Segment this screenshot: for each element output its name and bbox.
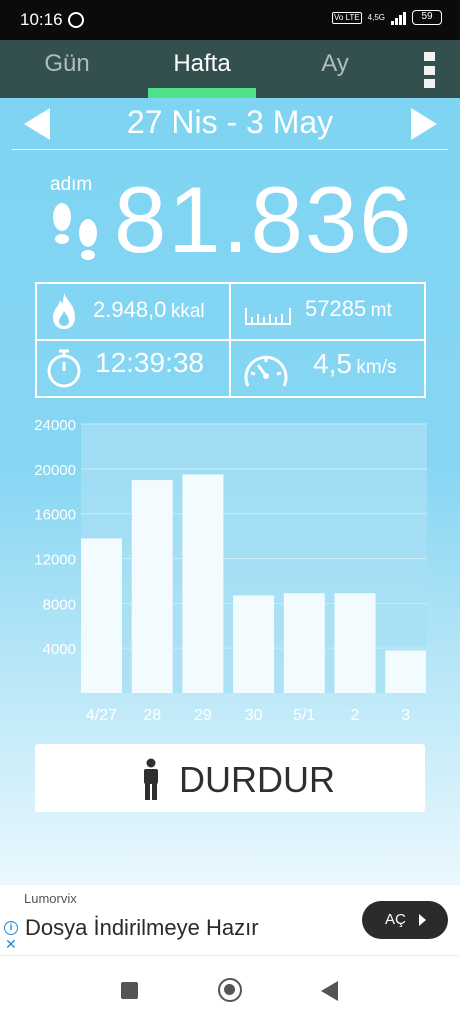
- date-range: 27 Nis - 3 May: [126, 104, 334, 140]
- calories-value: 2.948,0: [93, 297, 167, 322]
- next-week-arrow-icon[interactable]: [411, 108, 437, 140]
- ad-open-button-label: AÇ: [385, 911, 406, 928]
- tab-month[interactable]: Ay: [300, 50, 370, 78]
- y-tick-label: 20000: [34, 462, 76, 479]
- ad-close-icon[interactable]: ✕: [5, 937, 17, 951]
- weekly-steps-chart: 4000 8000 12000 16000 20000 24000 4/27 28 29 30 5/…: [34, 417, 427, 724]
- person-icon: [144, 758, 158, 800]
- volte-indicator: Vo LTE: [332, 11, 362, 24]
- y-tick-label: 4000: [43, 641, 76, 658]
- x-tick-label: 30: [245, 707, 263, 724]
- ad-open-button[interactable]: AÇ: [362, 901, 448, 939]
- steps-count: 81.836: [114, 167, 414, 272]
- flame-icon: [53, 293, 75, 329]
- network-type: 4,5G: [367, 13, 385, 22]
- app-screen: Gün Hafta Ay 27 Nis - 3 May adım 81.836 …: [0, 40, 460, 885]
- chart-bar: [182, 474, 224, 693]
- ad-brand: Lumorvix: [24, 891, 77, 906]
- status-bar: 10:16 Vo LTE 4,5G 59: [0, 0, 460, 40]
- recents-icon[interactable]: [121, 982, 138, 999]
- battery-icon: 59: [412, 10, 442, 25]
- chart-bar: [334, 593, 376, 693]
- y-tick-label: 24000: [34, 417, 76, 434]
- active-tab-indicator: [148, 88, 256, 98]
- ad-title: Dosya İndirilmeye Hazır: [25, 915, 259, 940]
- ruler-icon: [245, 308, 291, 325]
- whatsapp-notification-icon: [68, 12, 84, 28]
- x-tick-label: 28: [143, 707, 161, 724]
- chart-bar: [385, 650, 427, 693]
- chart-bar: [81, 538, 122, 693]
- x-tick-label: 3: [401, 707, 410, 724]
- status-time: 10:16: [20, 10, 63, 29]
- overflow-menu-icon[interactable]: [424, 52, 438, 88]
- back-icon[interactable]: [321, 981, 338, 1001]
- system-nav-bar: [0, 955, 460, 1024]
- x-tick-label: 5/1: [293, 707, 315, 724]
- play-arrow-icon: [419, 914, 426, 926]
- ad-info-icon[interactable]: i: [4, 921, 18, 935]
- chart-bar: [283, 593, 325, 693]
- x-tick-label: 4/27: [86, 707, 117, 724]
- ad-banner[interactable]: Lumorvix i ✕ Dosya İndirilmeye Hazır AÇ: [0, 885, 460, 955]
- tab-week[interactable]: Hafta: [148, 50, 256, 78]
- x-tick-label: 2: [351, 707, 360, 724]
- stop-button-label: DURDUR: [179, 759, 335, 800]
- calories-unit: kkal: [170, 301, 205, 322]
- chart-bar: [131, 480, 173, 693]
- footprints-icon: [53, 203, 97, 260]
- status-indicators: Vo LTE 4,5G 59: [332, 10, 442, 25]
- period-tab-bar: Gün Hafta Ay: [0, 40, 460, 98]
- chart-bar: [233, 595, 275, 693]
- tab-day[interactable]: Gün: [30, 50, 104, 78]
- stop-button[interactable]: DURDUR: [35, 744, 425, 812]
- x-tick-label: 29: [194, 707, 212, 724]
- previous-week-arrow-icon[interactable]: [24, 108, 50, 140]
- distance-stat: 57285 mt: [305, 296, 392, 322]
- distance-unit: mt: [370, 300, 392, 321]
- distance-value: 57285: [305, 296, 367, 321]
- home-icon[interactable]: [218, 978, 242, 1002]
- y-tick-label: 8000: [43, 596, 76, 613]
- y-tick-label: 16000: [34, 507, 76, 524]
- date-divider: [12, 149, 448, 150]
- y-tick-label: 12000: [34, 552, 76, 569]
- calories-stat: 2.948,0 kkal: [93, 297, 205, 323]
- stats-divider-horizontal: [37, 339, 424, 341]
- steps-label: adım: [50, 174, 93, 195]
- signal-icon: [391, 11, 406, 25]
